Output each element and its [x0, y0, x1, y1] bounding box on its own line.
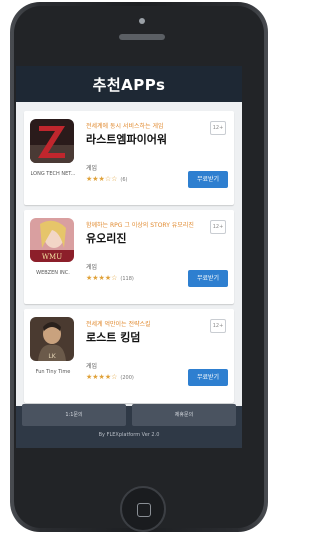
app-list: LONG TECH NET... 전세계에 동시 서비스하는 게임 라스트엠파이… — [16, 102, 242, 406]
svg-text:LK: LK — [48, 353, 56, 360]
footer: 1:1문의 제휴문의 By FLEXplatform Ver 2.0 — [16, 404, 242, 448]
star-rating: ★★★★☆ (200) — [86, 373, 134, 381]
home-square-icon — [137, 503, 151, 517]
app-subtitle: 함께하는 RPG 그 이상의 STORY 유모리진 — [86, 222, 194, 229]
app-subtitle: 전세계 억만이는 전략스킬 — [86, 321, 151, 328]
last-empire-war-icon[interactable] — [30, 119, 74, 163]
stars-icon: ★★★★☆ — [86, 373, 118, 381]
home-button[interactable] — [120, 486, 166, 532]
rating-count: (118) — [120, 276, 134, 282]
app-title: 라스트엠파이어워 — [86, 133, 167, 146]
download-button[interactable]: 무료받기 — [188, 270, 228, 287]
lost-kingdom-icon[interactable]: LK — [30, 317, 74, 361]
mu-origin-icon[interactable]: WMU — [30, 218, 74, 262]
rating-count: (200) — [120, 375, 134, 381]
app-card[interactable]: LK Fun Tiny Time 전세계 억만이는 전략스킬 로스트 킹덤 12… — [24, 309, 234, 403]
stars-icon: ★★★★☆ — [86, 274, 118, 282]
download-button[interactable]: 무료받기 — [188, 369, 228, 386]
page-title: 추천APPs — [16, 66, 242, 102]
developer-name: Fun Tiny Time — [35, 369, 71, 375]
stars-icon: ★★★☆☆ — [86, 175, 118, 183]
age-rating-badge: 12+ — [210, 121, 226, 135]
star-rating: ★★★☆☆ (6) — [86, 175, 127, 183]
rating-count: (6) — [120, 177, 128, 183]
svg-text:WMU: WMU — [42, 253, 62, 261]
download-button[interactable]: 무료받기 — [188, 171, 228, 188]
star-rating: ★★★★☆ (118) — [86, 274, 134, 282]
app-title: 로스트 킹덤 — [86, 331, 141, 344]
version-text: By FLEXplatform Ver 2.0 — [98, 432, 160, 438]
app-category: 게임 — [86, 264, 98, 271]
app-title: 유오리진 — [86, 232, 127, 245]
speaker-grille — [119, 34, 165, 40]
developer-name: WEBZEN INC. — [36, 270, 70, 276]
age-rating-badge: 12+ — [210, 319, 226, 333]
age-rating-badge: 12+ — [210, 220, 226, 234]
partnership-button[interactable]: 제휴문의 — [132, 404, 236, 426]
inquiry-button[interactable]: 1:1문의 — [22, 404, 126, 426]
app-card[interactable]: LONG TECH NET... 전세계에 동시 서비스하는 게임 라스트엠파이… — [24, 111, 234, 205]
app-category: 게임 — [86, 363, 98, 370]
camera-icon — [139, 18, 145, 24]
app-card[interactable]: WMU WEBZEN INC. 함께하는 RPG 그 이상의 STORY 유모리… — [24, 210, 234, 304]
app-screen: 추천APPs LONG TECH NET... 전세계에 동시 서비스하는 게임… — [16, 66, 242, 448]
app-category: 게임 — [86, 165, 98, 172]
footer-buttons: 1:1문의 제휴문의 — [22, 404, 236, 426]
developer-name: LONG TECH NET... — [30, 171, 76, 177]
app-subtitle: 전세계에 동시 서비스하는 게임 — [86, 123, 164, 130]
